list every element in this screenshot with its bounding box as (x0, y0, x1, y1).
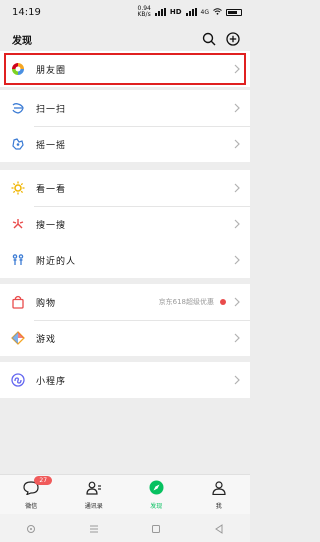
page-title: 发现 (12, 35, 32, 47)
search-feature-icon (10, 216, 26, 232)
chevron-right-icon (232, 375, 242, 385)
chevron-right-icon (232, 183, 242, 193)
shopping-bag-icon (10, 294, 26, 310)
tab-label: 微信 (25, 502, 38, 510)
menu-item-search[interactable]: 搜一搜 (0, 206, 250, 242)
chevron-right-icon (232, 333, 242, 343)
signal-icon-2 (185, 8, 197, 16)
menu-item-label: 扫一扫 (36, 104, 67, 115)
menu-item-games[interactable]: 游戏 (0, 320, 250, 356)
top-stories-icon (10, 180, 26, 196)
chevron-right-icon (232, 219, 242, 229)
add-icon[interactable] (226, 32, 240, 46)
header: 发现 (0, 24, 250, 54)
group-mini-programs: 小程序 (0, 362, 250, 398)
network-type: HD (169, 8, 182, 16)
menu-item-label: 购物 (36, 298, 57, 309)
signal-icon (154, 8, 166, 16)
nav-menu-icon[interactable] (89, 519, 99, 538)
tab-label: 我 (215, 502, 222, 510)
group-scan-shake: 扫一扫 摇一摇 (0, 90, 250, 162)
unread-badge: 27 (34, 475, 53, 485)
wifi-icon (213, 7, 222, 17)
menu-item-people-nearby[interactable]: 附近的人 (0, 242, 250, 278)
mini-programs-icon (10, 372, 26, 388)
menu-item-label: 小程序 (36, 376, 67, 387)
chevron-right-icon (232, 64, 242, 74)
menu-item-scan[interactable]: 扫一扫 (0, 90, 250, 126)
status-indicators: 0.94 KB/s HD 4G (137, 5, 242, 18)
menu-item-top-stories[interactable]: 看一看 (0, 170, 250, 206)
me-icon (212, 480, 226, 499)
people-nearby-icon (10, 252, 26, 268)
tab-me[interactable]: 我 (194, 480, 244, 510)
menu-item-label: 朋友圈 (36, 65, 67, 76)
bottom-tab-bar: 27 微信 通讯录 发现 我 (0, 474, 250, 514)
shopping-promo-text: 京东618超级优惠 (158, 298, 214, 306)
menu-item-label: 摇一摇 (36, 140, 67, 151)
signal-text: 4G (200, 8, 209, 16)
discover-icon (149, 480, 164, 499)
menu-item-moments[interactable]: 朋友圈 (0, 51, 250, 87)
notification-dot (220, 299, 226, 305)
status-bar: 14:19 0.94 KB/s HD 4G (0, 0, 250, 24)
shake-icon (10, 136, 26, 152)
group-moments: 朋友圈 (0, 51, 250, 87)
menu-item-shopping[interactable]: 购物 京东618超级优惠 (0, 284, 250, 320)
menu-item-label: 附近的人 (36, 256, 77, 267)
chevron-right-icon (232, 103, 242, 113)
menu-item-mini-programs[interactable]: 小程序 (0, 362, 250, 398)
nav-circle-icon[interactable] (26, 519, 36, 538)
tab-chats[interactable]: 27 微信 (6, 475, 56, 510)
tab-discover[interactable]: 发现 (131, 480, 181, 510)
scan-icon (10, 100, 26, 116)
menu-item-label: 搜一搜 (36, 220, 67, 231)
chevron-right-icon (232, 297, 242, 307)
system-nav-bar (0, 514, 250, 542)
chevron-right-icon (232, 139, 242, 149)
net-speed: 0.94 KB/s (137, 5, 151, 18)
group-top-search: 看一看 搜一搜 (0, 170, 250, 242)
group-nearby: 附近的人 (0, 242, 250, 278)
games-icon (10, 330, 26, 346)
tab-label: 发现 (150, 502, 163, 510)
group-shopping-games: 购物 京东618超级优惠 游戏 (0, 284, 250, 356)
battery-icon (226, 8, 242, 16)
menu-item-label: 游戏 (36, 334, 57, 345)
status-time: 14:19 (12, 6, 41, 18)
menu-item-label: 看一看 (36, 184, 67, 195)
nav-home-icon[interactable] (151, 519, 161, 538)
moments-icon (10, 61, 26, 77)
contacts-icon (86, 480, 102, 499)
tab-label: 通讯录 (84, 502, 103, 510)
menu-item-shake[interactable]: 摇一摇 (0, 126, 250, 162)
chevron-right-icon (232, 255, 242, 265)
tab-contacts[interactable]: 通讯录 (69, 480, 119, 510)
nav-back-icon[interactable] (214, 519, 224, 538)
search-icon[interactable] (202, 32, 216, 46)
